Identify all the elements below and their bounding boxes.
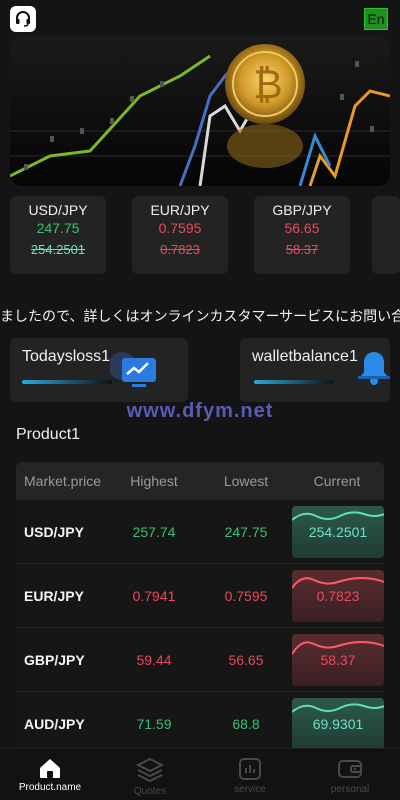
tab-label: service [234,784,266,795]
ticker-price: 56.65 [284,220,320,236]
notice-marquee[interactable]: ましたので、詳しくはオンラインカスタマーサービスにお問い合わ [0,306,400,328]
language-button[interactable]: En [364,8,388,30]
row-highest: 71.59 [136,715,172,732]
row-highest: 59.44 [136,651,172,668]
ticker-card-gbpjpy[interactable]: GBP/JPY 56.65 58.37 [254,196,350,274]
row-lowest: 56.65 [228,651,264,668]
row-lowest: 247.75 [224,523,268,540]
row-current: 69.9301 [312,715,364,732]
table-row[interactable]: USD/JPY 257.74 247.75 254.2501 [16,500,384,564]
row-highest: 0.7941 [132,587,176,604]
today-loss-card[interactable]: Todaysloss1 [10,338,188,402]
ticker-prev-price: 0.7823 [160,242,200,257]
tab-personal[interactable]: personal [300,749,400,800]
row-pair: AUD/JPY [24,715,85,732]
row-current: 254.2501 [308,523,368,540]
table-row[interactable]: AUD/JPY 71.59 68.8 69.9301 [16,692,384,752]
row-highest: 257.74 [132,523,176,540]
current-price-box: 58.37 [292,633,384,686]
tab-quotes[interactable]: Quotes [100,749,200,800]
ticker-prev-price: 254.2501 [30,242,86,257]
ticker-pair: USD/JPY [28,202,88,218]
bottom-tab-bar: Product.name Quotes service personal [0,748,400,800]
today-loss-bar [22,380,112,384]
product-section-title: Product1 [16,426,81,443]
table-header: Market.price Highest Lowest Current [16,462,384,500]
watermark-text: www.dfym.net [126,400,274,422]
tab-service[interactable]: service [200,749,300,800]
product-table: Market.price Highest Lowest Current USD/… [16,462,384,752]
ticker-card-usdjpy[interactable]: USD/JPY 247.75 254.2501 [10,196,106,274]
column-header-highest: Highest [130,473,178,489]
tab-label: Product.name [18,782,82,793]
row-pair: GBP/JPY [24,651,85,668]
tab-product[interactable]: Product.name [0,749,100,800]
ticker-pair: EUR/JPY [150,202,210,218]
headset-support-icon[interactable] [10,6,36,32]
wallet-balance-bar [254,380,334,384]
column-header-lowest: Lowest [223,473,269,489]
ticker-price: 247.75 [36,220,80,236]
ticker-card-eurjpy[interactable]: EUR/JPY 0.7595 0.7823 [132,196,228,274]
ticker-prev-price: 58.37 [285,242,319,257]
row-current: 58.37 [320,651,356,668]
promo-banner: ₿ [10,36,390,186]
wallet-balance-label: walletbalance1 [252,348,358,365]
row-lowest: 0.7595 [224,587,268,604]
top-bar: En [0,0,400,36]
layers-icon [136,757,164,783]
svg-text:₿: ₿ [253,62,283,108]
table-row[interactable]: EUR/JPY 0.7941 0.7595 0.7823 [16,564,384,628]
column-header-market: Market.price [24,473,102,489]
monitor-chart-icon [110,352,156,387]
chart-box-icon [239,758,261,780]
ticker-pair: GBP/JPY [272,202,332,218]
ticker-strip: USD/JPY 247.75 254.2501 EUR/JPY 0.7595 0… [0,196,400,276]
table-row[interactable]: GBP/JPY 59.44 56.65 58.37 [16,628,384,692]
current-price-box: 69.9301 [292,697,384,750]
column-header-current: Current [313,473,361,489]
current-price-box: 0.7823 [292,569,384,622]
row-current: 0.7823 [316,587,360,604]
wallet-icon [338,760,362,778]
row-lowest: 68.8 [232,715,260,732]
row-pair: EUR/JPY [24,587,84,604]
bitcoin-banner-image: ₿ [10,36,390,186]
row-pair: USD/JPY [24,523,84,540]
bell-icon [358,352,390,385]
today-loss-label: Todaysloss1 [22,348,111,365]
ticker-card-partial[interactable] [372,196,400,274]
wallet-balance-card[interactable]: walletbalance1 [240,338,390,402]
tab-label: personal [330,784,370,795]
tab-label: Quotes [133,786,167,797]
home-icon [40,759,60,778]
current-price-box: 254.2501 [292,505,384,558]
ticker-price: 0.7595 [158,220,202,236]
